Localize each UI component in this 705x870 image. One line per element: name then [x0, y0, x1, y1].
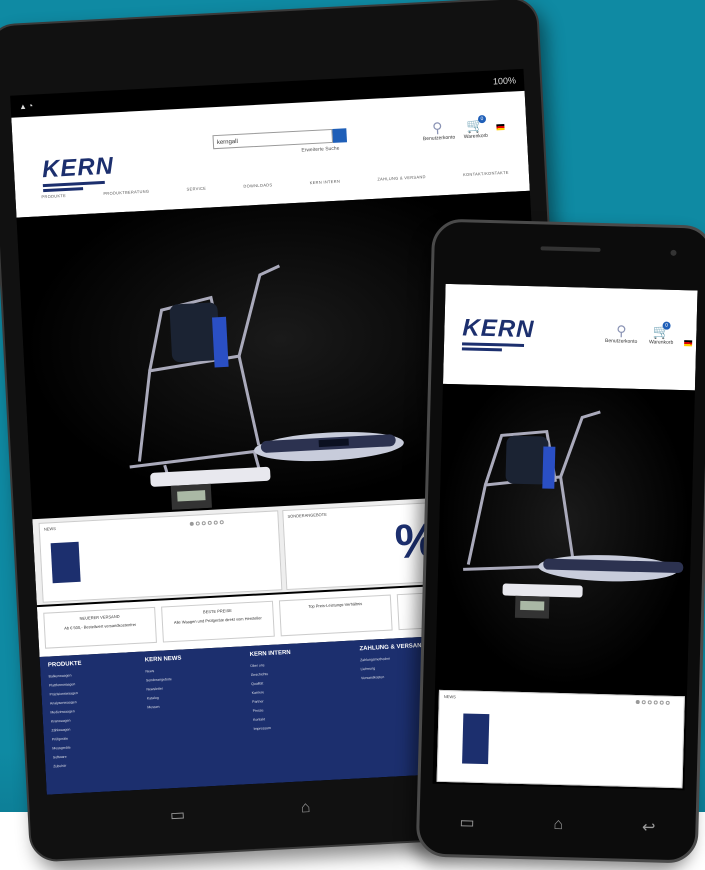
benefit-text: Top Preis-Leistungs-Verhältnis: [308, 601, 363, 609]
recent-apps-icon[interactable]: ▭: [459, 812, 475, 832]
footer-heading: PRODUKTE: [47, 660, 82, 669]
benefit-text: Alle Waagen und Prüfgeräte direkt vom He…: [173, 615, 262, 625]
news-card[interactable]: NEWS: [38, 510, 283, 603]
cart-label: Warenkorb: [648, 339, 674, 346]
phone-device: KERN ⚲ Benutzerkonto 🛒 0 Warenkorb NEWS …: [415, 218, 705, 864]
german-flag-icon[interactable]: [684, 340, 693, 347]
user-icon: ⚲: [616, 322, 627, 339]
footer-link[interactable]: Balkenwaagen: [48, 673, 82, 678]
kern-logo[interactable]: KERN: [462, 314, 535, 344]
search-button[interactable]: [332, 128, 348, 143]
footer-link[interactable]: Über uns: [250, 662, 291, 668]
account-button[interactable]: ⚲ Benutzerkonto: [422, 119, 456, 143]
footer-link[interactable]: Impressum: [253, 725, 294, 731]
benefit-item: BESTE PREISE Alle Waagen und Prüfgeräte …: [161, 600, 275, 643]
footer-link[interactable]: Zubehör: [53, 763, 87, 769]
cart-button[interactable]: 🛒 0 Warenkorb: [644, 321, 679, 346]
footer-link[interactable]: Software: [53, 754, 87, 760]
footer-heading: KERN NEWS: [144, 655, 182, 664]
nav-item[interactable]: PRODUKTBERATUNG: [103, 189, 149, 196]
carousel-dots[interactable]: [635, 699, 670, 705]
nav-item[interactable]: DOWNLOADS: [243, 182, 272, 189]
footer-column-intern: KERN INTERN Über uns Geschichte Qualität…: [250, 650, 295, 736]
footer-link[interactable]: News: [145, 668, 182, 673]
logo-underline: [462, 342, 525, 347]
footer-link[interactable]: Sonderangebote: [146, 677, 183, 682]
footer-column-payment: ZAHLUNG & VERSAND Zahlungsmethoden Liefe…: [359, 643, 427, 685]
footer-link[interactable]: Plattformwaagen: [49, 682, 83, 687]
phone-nav-bar: ▭ ⌂ ↩: [459, 807, 656, 842]
footer-link[interactable]: Newsletter: [146, 686, 183, 692]
back-icon[interactable]: ↩: [642, 817, 656, 837]
nav-item[interactable]: SERVICE: [186, 186, 206, 192]
footer-link[interactable]: Kontakt: [253, 716, 294, 722]
footer-link[interactable]: Versandkosten: [361, 673, 427, 680]
footer-link[interactable]: Karriere: [252, 689, 293, 695]
footer-link[interactable]: Kranwaagen: [51, 718, 85, 723]
signal-icon: ▴ ◔: [20, 100, 34, 112]
cart-icon: 🛒: [652, 323, 671, 340]
tablet-nav-bar: ▭ ⌂ ↩: [169, 786, 441, 830]
kern-logo[interactable]: KERN: [41, 152, 114, 184]
nav-item[interactable]: KONTAKT/KONTAKTE: [463, 170, 509, 177]
nav-item[interactable]: ZAHLUNG & VERSAND: [377, 174, 426, 182]
nav-item[interactable]: KERN INTERN: [310, 179, 341, 186]
hero-image[interactable]: [435, 383, 695, 691]
footer-heading: KERN INTERN: [249, 649, 291, 658]
footer-link[interactable]: Messgeräte: [52, 745, 86, 751]
benefit-text: Ab € 500,- Bestellwert versandkostenfrei: [64, 621, 137, 631]
hero-products-graphic: [463, 410, 684, 619]
footer-link[interactable]: Qualität: [251, 680, 292, 686]
footer-link[interactable]: Präzisionswaagen: [49, 691, 83, 696]
footer-link[interactable]: Lieferung: [361, 664, 427, 671]
news-heading: NEWS: [43, 525, 56, 532]
phone-screen: KERN ⚲ Benutzerkonto 🛒 0 Warenkorb NEWS: [432, 283, 698, 791]
catalog-thumbnail: [462, 713, 490, 765]
footer-link[interactable]: Zahlungsmethoden: [360, 655, 426, 663]
footer-column-news: KERN NEWS News Sonderangebote Newsletter…: [145, 656, 185, 715]
phone-camera: [670, 249, 677, 256]
german-flag-icon[interactable]: [496, 123, 505, 131]
footer-link[interactable]: Partner: [252, 698, 293, 704]
advanced-search-link[interactable]: Erweiterte Suche: [301, 146, 339, 154]
logo-underline: [461, 347, 502, 352]
footer-link[interactable]: Medizinwaagen: [50, 709, 84, 714]
footer-link[interactable]: Messen: [147, 704, 184, 710]
footer-link[interactable]: Presse: [253, 707, 294, 713]
news-card[interactable]: NEWS: [436, 689, 685, 789]
footer-link[interactable]: Analysenwaagen: [50, 700, 84, 705]
cart-icon: 🛒: [466, 117, 485, 134]
recent-apps-icon[interactable]: ▭: [169, 805, 186, 826]
nav-item[interactable]: PRODUKTE: [41, 193, 66, 199]
carousel-dots[interactable]: [189, 520, 224, 526]
phone-speaker: [540, 246, 601, 252]
special-offers-heading: SONDERANGEBOTE: [287, 511, 327, 519]
account-label: Benutzerkonto: [422, 134, 456, 143]
footer-heading: ZAHLUNG & VERSAND: [359, 642, 426, 653]
footer-link[interactable]: Katalog: [147, 695, 184, 701]
benefit-item: Top Preis-Leistungs-Verhältnis: [278, 594, 393, 637]
news-heading: NEWS: [443, 693, 456, 700]
mobile-site-header: KERN ⚲ Benutzerkonto 🛒 0 Warenkorb: [442, 283, 698, 391]
user-icon: ⚲: [431, 119, 443, 136]
cart-button[interactable]: 🛒 0 Warenkorb: [460, 114, 491, 141]
footer-link[interactable]: Zählwaagen: [51, 727, 85, 732]
footer-link[interactable]: Geschichte: [251, 671, 292, 677]
battery-indicator: 100%: [492, 75, 517, 87]
home-icon[interactable]: ⌂: [300, 799, 311, 817]
benefit-item: NEUERER VERSAND Ab € 500,- Bestellwert v…: [43, 606, 157, 649]
catalog-thumbnail: [50, 541, 81, 584]
footer-column-products: PRODUKTE Balkenwaagen Plattformwaagen Pr…: [48, 661, 87, 774]
account-button[interactable]: ⚲ Benutzerkonto: [604, 322, 639, 345]
account-label: Benutzerkonto: [604, 338, 638, 345]
home-icon[interactable]: ⌂: [553, 816, 563, 834]
footer-link[interactable]: Prüfgeräte: [52, 736, 86, 742]
cart-label: Warenkorb: [463, 132, 489, 141]
